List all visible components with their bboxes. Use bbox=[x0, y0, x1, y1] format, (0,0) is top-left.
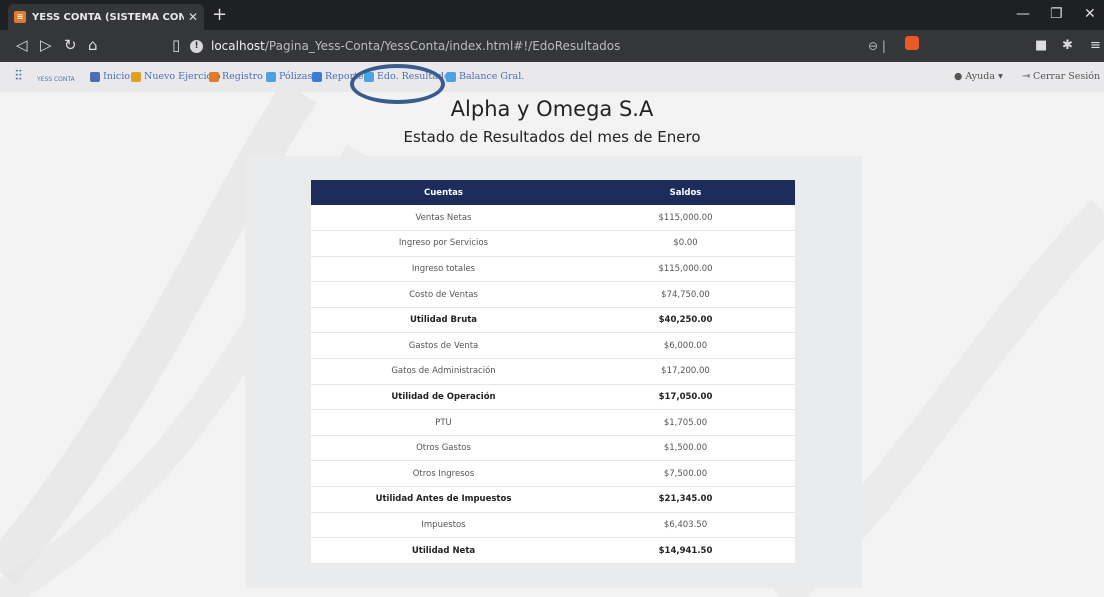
table-row: PTU $1,705.00 bbox=[311, 409, 795, 436]
table-row: Costo de Ventas $74,750.00 bbox=[311, 281, 795, 308]
balance-cell: $21,345.00 bbox=[576, 486, 795, 513]
table-row: Utilidad de Operación $17,050.00 bbox=[311, 384, 795, 411]
zoom-icon[interactable]: ⊖ | bbox=[868, 39, 886, 53]
account-cell: PTU bbox=[311, 409, 576, 436]
account-cell: Costo de Ventas bbox=[311, 281, 576, 308]
yess-conta-logo[interactable]: ⫶⫶ YESS CONTA bbox=[15, 68, 79, 86]
nav-polizas[interactable]: Pólizas bbox=[266, 71, 312, 82]
app-favicon-icon: ≋ bbox=[14, 11, 26, 23]
header-cuentas: Cuentas bbox=[311, 180, 576, 205]
maximize-icon[interactable]: ❐ bbox=[1050, 6, 1063, 22]
table-row: Utilidad Antes de Impuestos $21,345.00 bbox=[311, 486, 795, 513]
account-cell: Otros Ingresos bbox=[311, 460, 576, 488]
close-icon[interactable]: ✕ bbox=[188, 10, 198, 24]
home-browser-icon[interactable]: ⌂ bbox=[88, 36, 98, 54]
table-row: Impuestos $6,403.50 bbox=[311, 512, 795, 539]
table-row: Utilidad Neta $14,941.50 bbox=[311, 537, 795, 564]
balance-cell: $40,250.00 bbox=[576, 307, 795, 334]
account-cell: Gastos de Venta bbox=[311, 332, 576, 360]
account-cell: Utilidad Neta bbox=[311, 537, 576, 564]
address-bar[interactable]: ! localhost /Pagina_Yess-Conta/YessConta… bbox=[190, 34, 925, 58]
balance-cell: $17,050.00 bbox=[576, 384, 795, 411]
account-cell: Ventas Netas bbox=[311, 205, 576, 232]
minimize-icon[interactable]: — bbox=[1016, 6, 1030, 22]
balance-cell: $1,705.00 bbox=[576, 409, 795, 436]
account-cell: Ingreso totales bbox=[311, 256, 576, 283]
table-row: Gatos de Administración $17,200.00 bbox=[311, 358, 795, 385]
menu-icon[interactable]: ≡ bbox=[1090, 38, 1101, 53]
table-row: Otros Ingresos $7,500.00 bbox=[311, 460, 795, 488]
browser-tab-bar: ≋ YESS CONTA (SISTEMA CONTABL ✕ + — ❐ ✕ bbox=[0, 0, 1104, 30]
nav-balance-gral[interactable]: Balance Gral. bbox=[446, 71, 524, 82]
edit-icon bbox=[209, 71, 219, 82]
info-icon[interactable]: ! bbox=[190, 39, 203, 53]
header-saldos: Saldos bbox=[576, 180, 795, 205]
account-cell: Ingreso por Servicios bbox=[311, 230, 576, 257]
logout-link[interactable]: ⇥ Cerrar Sesión bbox=[1022, 71, 1100, 82]
balance-cell: $115,000.00 bbox=[576, 256, 795, 283]
users-icon bbox=[131, 71, 141, 82]
browser-toolbar: ◁ ▷ ↻ ⌂ ▯ ! localhost /Pagina_Yess-Conta… bbox=[0, 30, 1104, 62]
account-cell: Utilidad Antes de Impuestos bbox=[311, 486, 576, 513]
url-host: localhost bbox=[211, 39, 265, 53]
logout-icon: ⇥ bbox=[1022, 71, 1030, 82]
balance-cell: $0.00 bbox=[576, 230, 795, 257]
table-row: Ventas Netas $115,000.00 bbox=[311, 205, 795, 232]
balance-cell: $74,750.00 bbox=[576, 281, 795, 308]
puzzle-icon[interactable]: ✱ bbox=[1062, 38, 1073, 53]
logo-mark-icon: ⫶⫶ bbox=[15, 68, 22, 84]
table-row: Otros Gastos $1,500.00 bbox=[311, 435, 795, 462]
list-icon bbox=[312, 71, 322, 82]
browser-tab[interactable]: ≋ YESS CONTA (SISTEMA CONTABL ✕ bbox=[8, 4, 204, 30]
document-icon bbox=[446, 71, 456, 82]
url-path: /Pagina_Yess-Conta/YessConta/index.html#… bbox=[264, 39, 621, 53]
results-table: Cuentas Saldos Ventas Netas $115,000.00 In… bbox=[311, 180, 795, 564]
tab-title: YESS CONTA (SISTEMA CONTABL bbox=[32, 11, 184, 23]
company-name: Alpha y Omega S.A bbox=[450, 97, 654, 121]
account-cell: Impuestos bbox=[311, 512, 576, 539]
close-window-icon[interactable]: ✕ bbox=[1084, 6, 1096, 22]
caret-down-icon: ▾ bbox=[998, 71, 1003, 82]
account-cell: Utilidad Bruta bbox=[311, 307, 576, 334]
app-navbar: ⫶⫶ YESS CONTA Inicio Nuevo Ejercicio Reg… bbox=[0, 62, 1104, 92]
account-cell: Otros Gastos bbox=[311, 435, 576, 462]
nav-nuevo-ejercicio[interactable]: Nuevo Ejercicio bbox=[131, 71, 221, 82]
balance-cell: $14,941.50 bbox=[576, 537, 795, 564]
table-row: Gastos de Venta $6,000.00 bbox=[311, 332, 795, 360]
balance-cell: $7,500.00 bbox=[576, 460, 795, 488]
logo-text: YESS CONTA bbox=[37, 76, 75, 83]
nav-registro[interactable]: Registro bbox=[209, 71, 263, 82]
nav-inicio[interactable]: Inicio bbox=[90, 71, 130, 82]
new-tab-button[interactable]: + bbox=[212, 6, 227, 24]
balance-cell: $115,000.00 bbox=[576, 205, 795, 232]
account-cell: Gatos de Administración bbox=[311, 358, 576, 385]
back-icon[interactable]: ◁ bbox=[16, 36, 28, 54]
balance-cell: $1,500.00 bbox=[576, 435, 795, 462]
table-row: Ingreso totales $115,000.00 bbox=[311, 256, 795, 283]
forward-icon[interactable]: ▷ bbox=[40, 36, 52, 54]
balance-cell: $6,403.50 bbox=[576, 512, 795, 539]
table-row: Utilidad Bruta $40,250.00 bbox=[311, 307, 795, 334]
table-header-row: Cuentas Saldos bbox=[311, 180, 795, 205]
balance-cell: $17,200.00 bbox=[576, 358, 795, 385]
account-cell: Utilidad de Operación bbox=[311, 384, 576, 411]
balance-cell: $6,000.00 bbox=[576, 332, 795, 360]
brave-shield-icon[interactable] bbox=[905, 36, 919, 50]
question-icon: ● bbox=[954, 71, 963, 82]
report-title: Estado de Resultados del mes de Enero bbox=[403, 128, 701, 146]
extension-icon[interactable]: ■ bbox=[1035, 38, 1047, 53]
table-row: Ingreso por Servicios $0.00 bbox=[311, 230, 795, 257]
home-icon bbox=[90, 71, 100, 82]
document-icon bbox=[266, 71, 276, 82]
help-dropdown[interactable]: ● Ayuda ▾ bbox=[954, 71, 1003, 82]
bookmark-icon[interactable]: ▯ bbox=[172, 36, 180, 54]
reload-icon[interactable]: ↻ bbox=[64, 36, 77, 54]
